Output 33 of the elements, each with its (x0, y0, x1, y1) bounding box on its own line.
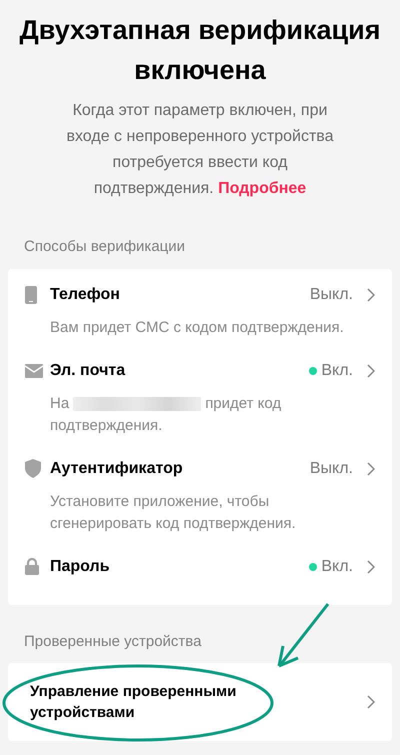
method-description: Вам придет СМС с кодом подтверждения. (50, 318, 345, 338)
chevron-right-icon (367, 364, 375, 378)
section-heading: Проверенные устройства (23, 632, 202, 652)
method-row[interactable]: Аутентификатор Выкл. Установите приложение, чтобы сгенерировать код подтверждения. (25, 456, 375, 554)
section-heading: Способы верификации (23, 237, 186, 257)
description-text: Когда этот параметр включен, при входе с непроверенного устройства потребуется ввести код подтверждения. Подробнее (65, 101, 335, 199)
description-text: придет код (205, 394, 282, 414)
method-row[interactable]: Эл. почта Вкл. На придет код подтверждения. (25, 358, 375, 456)
method-row[interactable]: Пароль Вкл. (25, 554, 375, 598)
chevron-right-icon (367, 560, 375, 574)
shield-icon (25, 459, 41, 478)
lock-icon (25, 558, 39, 575)
description-prefix: На (50, 394, 70, 414)
page-title: Двухэтапная верификация включена (18, 14, 382, 87)
manage-devices-row[interactable]: Управление проверенными устройствами (8, 663, 392, 741)
row-label: Управление проверенными устройствами (30, 682, 238, 723)
phone-icon (25, 286, 37, 304)
method-name: Телефон (50, 284, 120, 304)
status-text: Вкл. (321, 556, 353, 576)
method-name: Аутентификатор (50, 458, 183, 478)
chevron-right-icon (367, 288, 375, 302)
chevron-right-icon (367, 462, 375, 476)
method-name: Пароль (50, 556, 110, 576)
method-name: Эл. почта (50, 360, 126, 380)
status-text: Выкл. (310, 284, 353, 304)
arrow (276, 602, 330, 668)
method-description: Установите приложение, чтобы сгенерировать код подтверждения. (50, 492, 297, 534)
method-description: подтверждения. (50, 416, 164, 436)
status-text: Вкл. (321, 360, 353, 380)
envelope-icon (25, 364, 43, 378)
chevron-right-icon (367, 695, 375, 709)
method-row[interactable]: Телефон Выкл. Вам придет СМС с кодом подтверждения. (25, 282, 375, 358)
status-text: Выкл. (310, 458, 353, 478)
